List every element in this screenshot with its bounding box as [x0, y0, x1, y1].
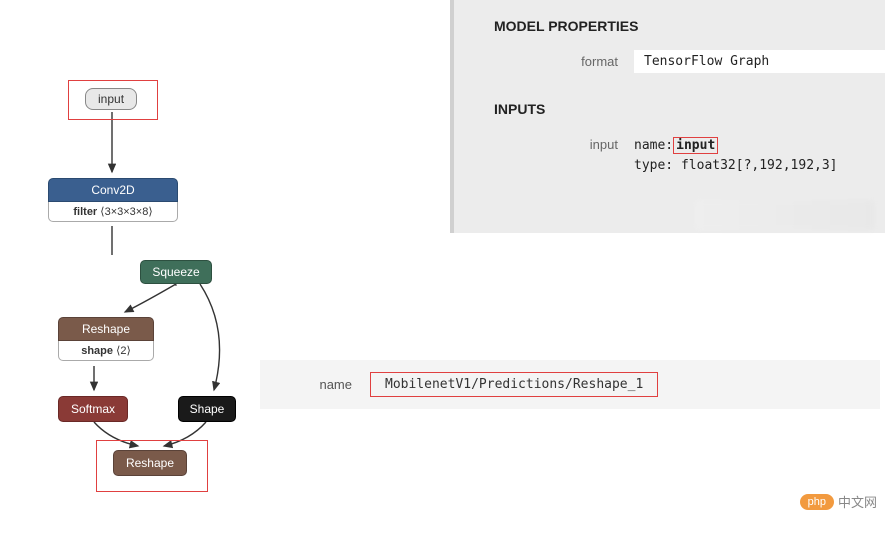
- reshape2-title: Reshape: [113, 450, 187, 476]
- node-input[interactable]: input: [85, 88, 137, 110]
- node-squeeze[interactable]: Squeeze: [140, 260, 212, 284]
- name-row-label: name: [260, 377, 370, 392]
- properties-panel: MODEL PROPERTIES format TensorFlow Graph…: [450, 0, 885, 233]
- node-reshape-1[interactable]: Reshape shape ⟨2⟩: [58, 317, 154, 361]
- logo-text: 中文网: [838, 492, 877, 511]
- input-details: name:input type: float32[?,192,192,3]: [634, 133, 885, 177]
- reshape1-title: Reshape: [58, 317, 154, 341]
- prop-input-row: input name:input type: float32[?,192,192…: [454, 133, 885, 177]
- node-shape[interactable]: Shape: [178, 396, 236, 422]
- reshape1-shape-row: shape ⟨2⟩: [58, 341, 154, 361]
- section-inputs: INPUTS: [454, 79, 885, 133]
- blurred-region: [695, 200, 875, 230]
- input-name-highlight: input: [673, 137, 718, 154]
- watermark-logo: php 中文网: [800, 492, 877, 511]
- node-softmax[interactable]: Softmax: [58, 396, 128, 422]
- softmax-title: Softmax: [58, 396, 128, 422]
- section-model-properties: MODEL PROPERTIES: [454, 18, 885, 50]
- node-reshape-2[interactable]: Reshape: [113, 450, 187, 476]
- model-graph: input Conv2D filter ⟨3×3×3×8⟩ Squeeze Re…: [30, 80, 280, 520]
- format-label: format: [454, 50, 634, 69]
- conv2d-title: Conv2D: [48, 178, 178, 202]
- shape-title: Shape: [178, 396, 236, 422]
- squeeze-title: Squeeze: [140, 260, 212, 284]
- prop-format-row: format TensorFlow Graph: [454, 50, 885, 73]
- conv2d-filter-row: filter ⟨3×3×3×8⟩: [48, 202, 178, 222]
- output-name-row: name MobilenetV1/Predictions/Reshape_1: [260, 360, 880, 409]
- node-conv2d[interactable]: Conv2D filter ⟨3×3×3×8⟩: [48, 178, 178, 222]
- input-label: input: [85, 88, 137, 110]
- format-value: TensorFlow Graph: [634, 50, 885, 73]
- logo-pill: php: [800, 494, 834, 510]
- name-row-value: MobilenetV1/Predictions/Reshape_1: [370, 372, 658, 397]
- input-label: input: [454, 133, 634, 152]
